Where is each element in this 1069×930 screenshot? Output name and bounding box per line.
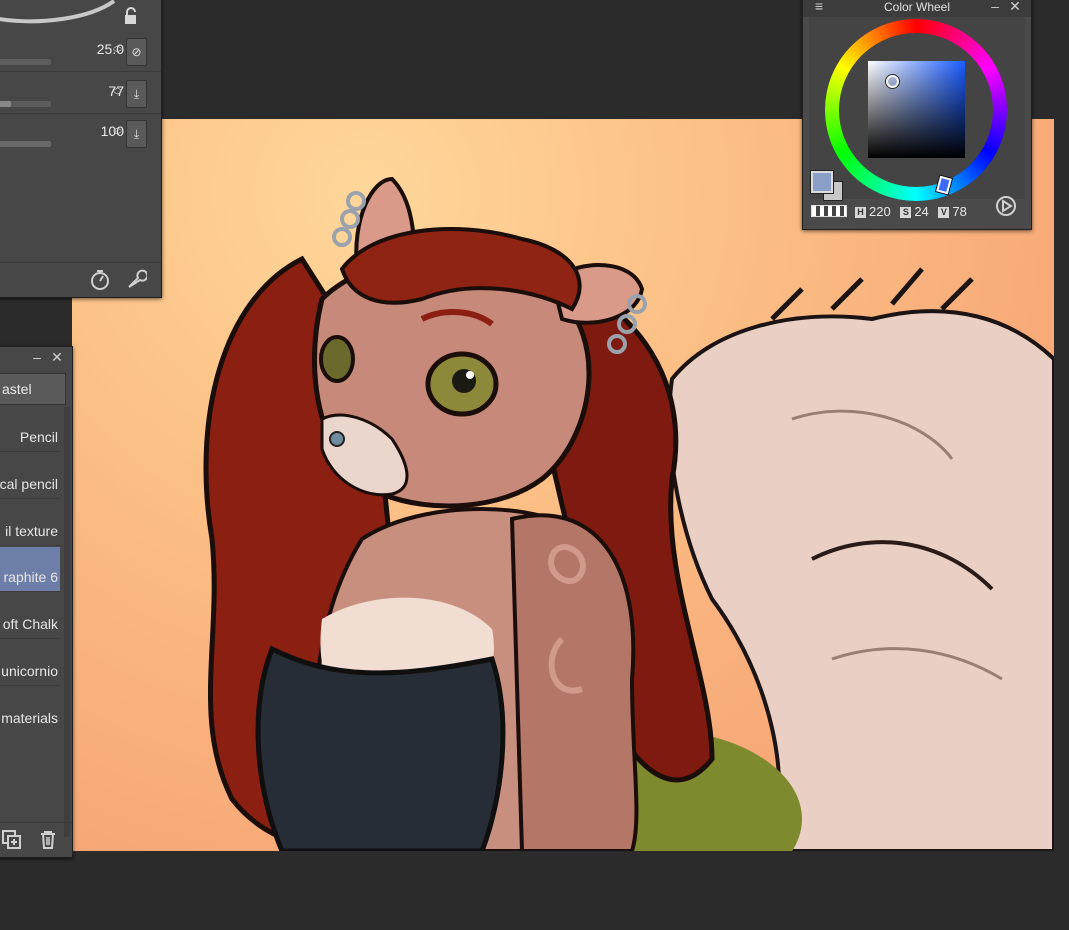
brush-size-row[interactable]: 25.0 ︿ ﹀ ⊘ (0, 33, 161, 69)
brush-size-slider[interactable] (0, 59, 51, 65)
wrench-icon[interactable] (125, 269, 149, 291)
tool-property-panel: 25.0 ︿ ﹀ ⊘ 77 ︿ ﹀ ⤓ 100 ︿ ﹀ ⤓ (0, 0, 162, 298)
duplicate-icon[interactable] (1, 829, 23, 851)
lock-icon[interactable] (123, 7, 139, 25)
saturation-value[interactable]: 24 (914, 204, 928, 219)
value-tag: V (938, 207, 950, 218)
sub-tool-item[interactable]: Pencil (0, 407, 60, 452)
density-slider[interactable] (0, 141, 51, 147)
close-icon[interactable]: ✕ (49, 349, 65, 365)
opacity-spinner[interactable]: ︿ ﹀ (113, 83, 125, 103)
sub-tool-scrollbar[interactable] (64, 407, 70, 837)
density-spinner[interactable]: ︿ ﹀ (113, 123, 125, 143)
hsv-readout: H 220 S 24 V 78 (855, 204, 973, 219)
sub-tool-footer (0, 822, 72, 857)
play-circle-icon[interactable] (995, 195, 1017, 217)
density-row[interactable]: 100 ︿ ﹀ ⤓ (0, 115, 161, 151)
hue-tag: H (855, 207, 866, 218)
dial-icon[interactable] (89, 269, 111, 291)
sub-tool-item[interactable]: cal pencil (0, 454, 60, 499)
download-icon[interactable]: ⤓ (126, 120, 147, 148)
sv-cursor[interactable] (886, 75, 899, 88)
color-wheel-panel: ≡ Color Wheel – ✕ H 220 S 24 V 78 (802, 0, 1032, 230)
sv-square[interactable] (868, 61, 965, 158)
value-value[interactable]: 78 (952, 204, 966, 219)
close-icon[interactable]: ✕ (1007, 0, 1023, 14)
saturation-tag: S (900, 207, 912, 218)
sub-tool-panel: – ✕ astel Pencil cal pencil il texture r… (0, 346, 73, 858)
download-icon[interactable]: ⤓ (126, 80, 147, 108)
slash-circle-icon[interactable]: ⊘ (126, 38, 147, 66)
sub-tool-item[interactable]: il texture (0, 501, 60, 546)
sub-tool-group-tab[interactable]: astel (0, 373, 66, 405)
sub-tool-item-selected[interactable]: raphite 6 (0, 547, 60, 592)
minimize-icon[interactable]: – (29, 349, 45, 365)
trash-icon[interactable] (37, 829, 59, 851)
tool-property-footer (0, 262, 161, 297)
main-color-swatch[interactable] (810, 170, 834, 194)
brush-size-spinner[interactable]: ︿ ﹀ (113, 41, 125, 61)
sub-tool-item[interactable]: materials (0, 688, 60, 732)
sub-tool-item[interactable]: unicornio (0, 641, 60, 686)
transparent-color-icon[interactable] (811, 205, 847, 217)
hue-value[interactable]: 220 (869, 204, 891, 219)
opacity-slider-fill (0, 101, 11, 107)
color-wheel-titlebar[interactable]: ≡ Color Wheel – ✕ (803, 0, 1031, 17)
minimize-icon[interactable]: – (987, 0, 1003, 14)
sub-tool-item[interactable]: oft Chalk (0, 594, 60, 639)
opacity-row[interactable]: 77 ︿ ﹀ ⤓ (0, 75, 161, 111)
